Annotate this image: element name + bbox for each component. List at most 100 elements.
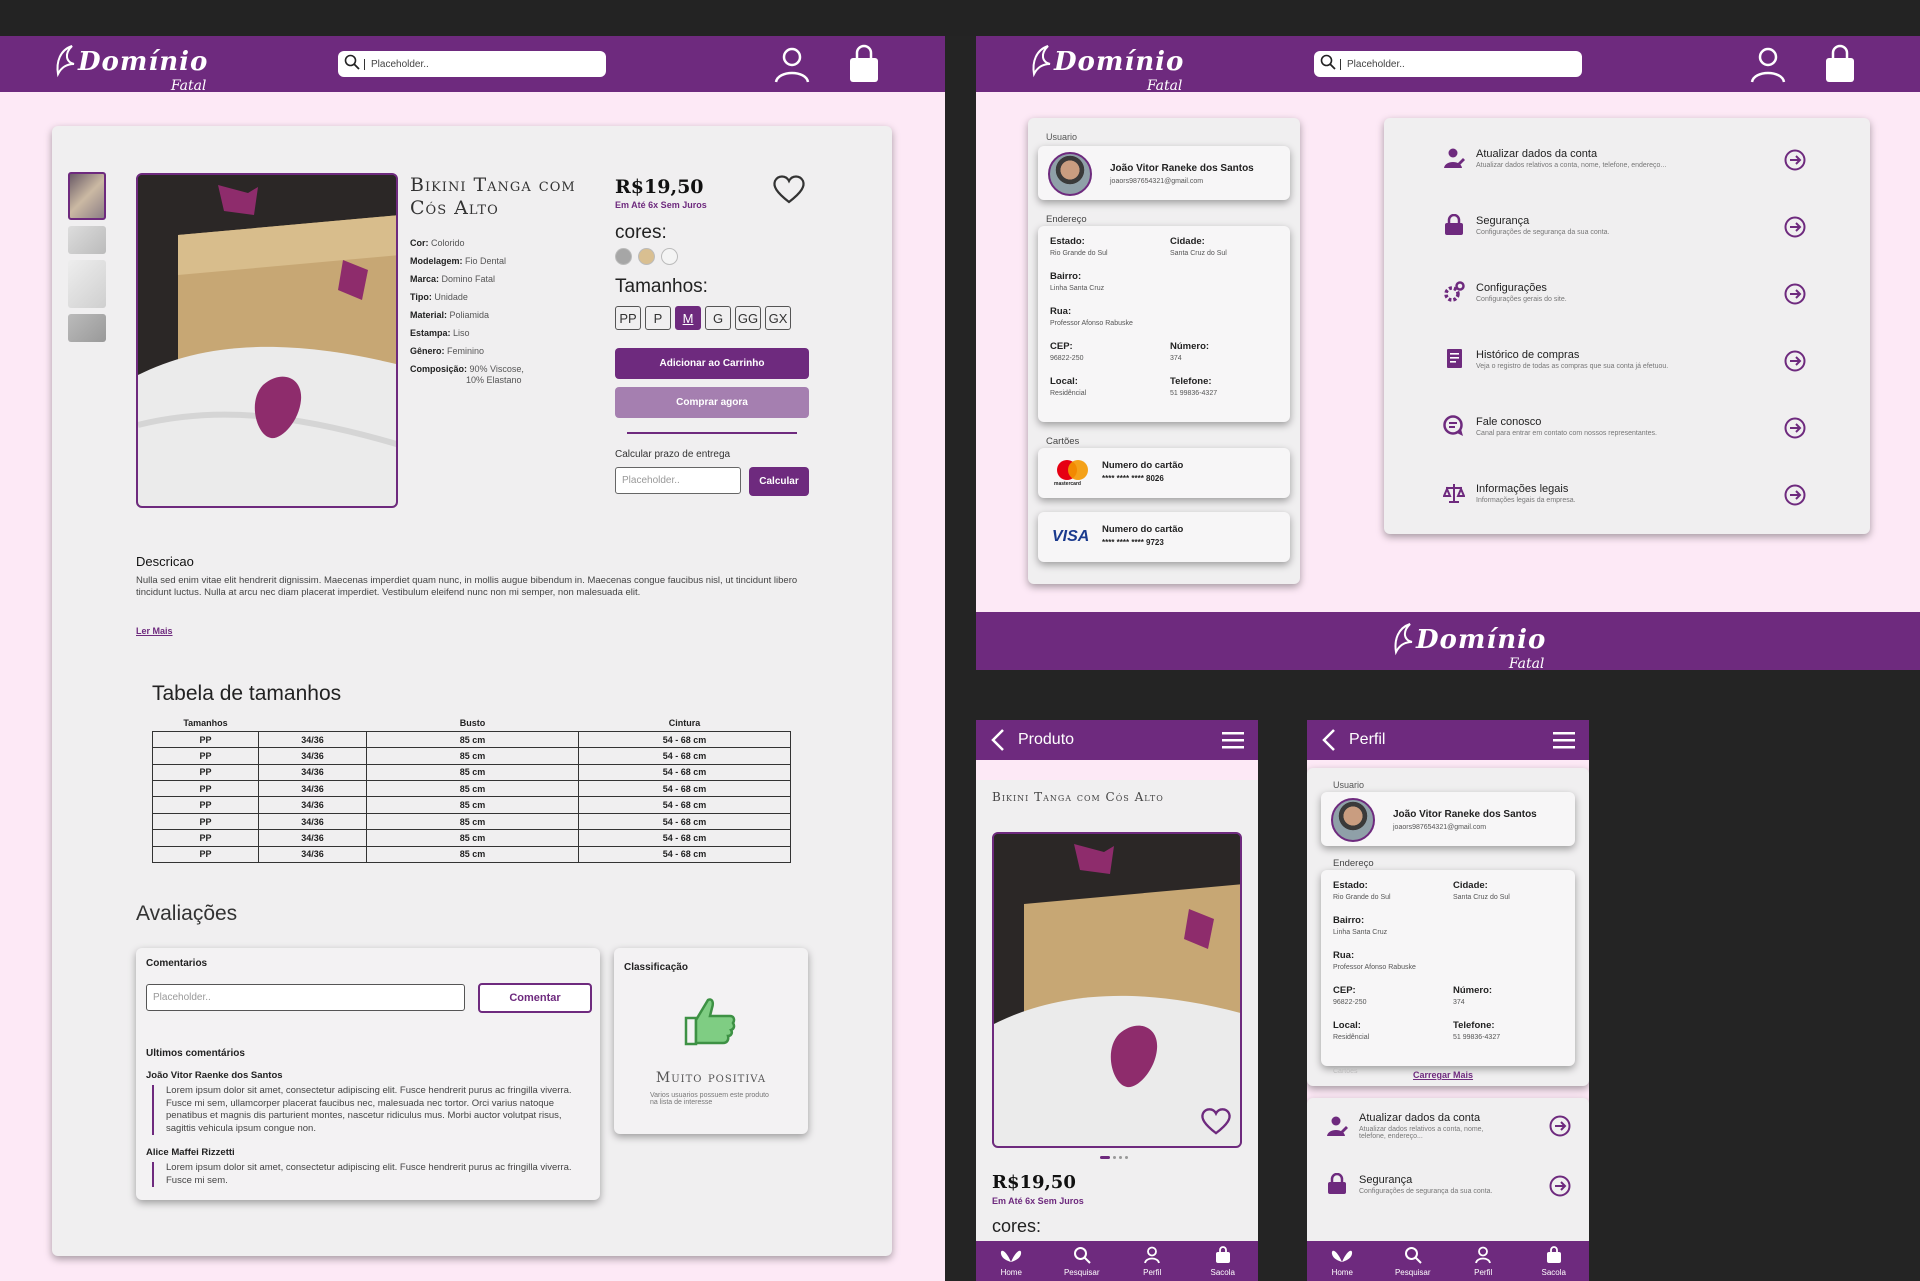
spec-key: Cor: bbox=[410, 238, 431, 248]
spec-value: Fio Dental bbox=[465, 256, 507, 266]
search-bar[interactable]: Placeholder.. bbox=[338, 51, 606, 77]
divider bbox=[627, 432, 797, 434]
brand-logo[interactable]: Domínio Fatal bbox=[52, 42, 208, 94]
spec-row: Cor: Colorido bbox=[410, 238, 590, 248]
payment-card[interactable]: VISA Numero do cartão **** **** **** 9723 bbox=[1038, 512, 1290, 562]
back-arrow-icon[interactable] bbox=[1321, 728, 1337, 757]
menu-item[interactable]: Segurança Configurações de segurança da s… bbox=[1325, 1172, 1509, 1196]
avatar bbox=[1048, 152, 1092, 196]
review-text: Lorem ipsum dolor sit amet, consectetur … bbox=[152, 1085, 586, 1135]
read-more-link[interactable]: Ler Mais bbox=[136, 626, 173, 636]
thumbnail[interactable] bbox=[68, 226, 106, 254]
search-bar[interactable]: Placeholder.. bbox=[1314, 51, 1582, 77]
menu-item-title: Segurança bbox=[1476, 214, 1530, 227]
address-value: Linha Santa Cruz bbox=[1050, 285, 1105, 292]
nav-item-sacola[interactable]: Sacola bbox=[1529, 1245, 1579, 1277]
address-key: Local: bbox=[1333, 1020, 1361, 1031]
address-card: Estado: Rio Grande do Sul Cidade: Santa Cru… bbox=[1038, 226, 1290, 422]
payment-card[interactable]: mastercard Numero do cartão **** **** ****… bbox=[1038, 448, 1290, 498]
table-row: PP 34/36 85 cm 54 - 68 cm bbox=[152, 730, 791, 749]
add-to-cart-button[interactable]: Adicionar ao Carrinho bbox=[615, 348, 809, 379]
address-field bbox=[1453, 915, 1563, 936]
lock-icon bbox=[1442, 213, 1466, 237]
calculate-button[interactable]: Calcular bbox=[749, 467, 809, 496]
user-name: João Vitor Raneke dos Santos bbox=[1393, 809, 1537, 820]
size-option[interactable]: GX bbox=[765, 306, 791, 330]
user-label: Usuario bbox=[1046, 132, 1078, 142]
arrow-right-circle-icon[interactable] bbox=[1784, 417, 1806, 444]
address-value: Residêncial bbox=[1050, 390, 1087, 397]
menu-item[interactable]: Atualizar dados da conta Atualizar dados … bbox=[1325, 1112, 1509, 1140]
size-option[interactable]: GG bbox=[735, 306, 761, 330]
size-option[interactable]: M bbox=[675, 306, 701, 330]
size-option[interactable]: P bbox=[645, 306, 671, 330]
arrow-right-circle-icon[interactable] bbox=[1784, 149, 1806, 176]
menu-item[interactable]: Configurações Configurações gerais do sit… bbox=[1442, 280, 1756, 304]
user-icon[interactable] bbox=[1748, 44, 1788, 84]
nav-item-sacola[interactable]: Sacola bbox=[1198, 1245, 1248, 1277]
card-title: Numero do cartão bbox=[1102, 524, 1184, 535]
search-icon bbox=[1057, 1246, 1107, 1268]
search-input[interactable]: Placeholder.. bbox=[1340, 58, 1405, 70]
spec-row: Modelagem: Fio Dental bbox=[410, 256, 590, 266]
shopping-bag-icon[interactable] bbox=[1822, 44, 1862, 84]
address-key: CEP: bbox=[1333, 985, 1356, 996]
address-key: Número: bbox=[1453, 985, 1493, 996]
menu-item[interactable]: Fale conosco Canal para entrar em contato… bbox=[1442, 414, 1756, 438]
menu-item-desc: Atualizar dados relativos a conta, nome,… bbox=[1359, 1126, 1484, 1140]
size-option[interactable]: PP bbox=[615, 306, 641, 330]
arrow-right-circle-icon[interactable] bbox=[1549, 1175, 1571, 1202]
nav-item-perfil[interactable]: Perfil bbox=[1458, 1246, 1508, 1277]
nav-item-pesquisar[interactable]: Pesquisar bbox=[1057, 1246, 1107, 1277]
table-cell: 34/36 bbox=[258, 845, 367, 864]
user-email: joaors987654321@gmail.com bbox=[1110, 178, 1204, 185]
menu-item[interactable]: Atualizar dados da conta Atualizar dados … bbox=[1442, 146, 1756, 170]
back-arrow-icon[interactable] bbox=[990, 728, 1006, 757]
thumbnail[interactable] bbox=[68, 172, 106, 220]
color-swatch[interactable] bbox=[638, 248, 655, 265]
arrow-right-circle-icon[interactable] bbox=[1549, 1115, 1571, 1142]
menu-item-text: Configurações Configurações gerais do sit… bbox=[1476, 282, 1756, 303]
footer-logo[interactable]: Domínio Fatal bbox=[1390, 620, 1546, 670]
shipping-input[interactable]: Placeholder.. bbox=[615, 467, 741, 494]
user-icon[interactable] bbox=[772, 44, 812, 84]
load-more-link[interactable]: Carregar Mais bbox=[1413, 1070, 1473, 1080]
color-swatch[interactable] bbox=[661, 248, 678, 265]
rating-note: Varios usuarios possuem este produto na … bbox=[650, 1092, 769, 1106]
table-row: PP 34/36 85 cm 54 - 68 cm bbox=[152, 763, 791, 782]
comment-input[interactable]: Placeholder.. bbox=[146, 984, 465, 1011]
buy-now-button[interactable]: Comprar agora bbox=[615, 387, 809, 418]
hamburger-menu-icon[interactable] bbox=[1553, 730, 1575, 755]
comment-button[interactable]: Comentar bbox=[478, 983, 592, 1013]
nav-item-home[interactable]: Home bbox=[986, 1246, 1036, 1277]
arrow-right-circle-icon[interactable] bbox=[1784, 350, 1806, 377]
arrow-right-circle-icon[interactable] bbox=[1784, 283, 1806, 310]
brand-logo[interactable]: Domínio Fatal bbox=[1028, 42, 1184, 94]
heart-icon[interactable] bbox=[772, 174, 806, 209]
menu-item[interactable]: Segurança Configurações de segurança da s… bbox=[1442, 213, 1756, 237]
nav-item-home[interactable]: Home bbox=[1317, 1246, 1367, 1277]
address-field bbox=[1170, 271, 1280, 292]
thumbnail[interactable] bbox=[68, 314, 106, 342]
shopping-bag-icon[interactable] bbox=[846, 44, 886, 84]
avatar bbox=[1331, 798, 1375, 842]
size-option[interactable]: G bbox=[705, 306, 731, 330]
arrow-right-circle-icon[interactable] bbox=[1784, 216, 1806, 243]
hamburger-menu-icon[interactable] bbox=[1222, 730, 1244, 755]
nav-item-pesquisar[interactable]: Pesquisar bbox=[1388, 1246, 1438, 1277]
table-row: PP 34/36 85 cm 54 - 68 cm bbox=[152, 796, 791, 814]
thumbnail[interactable] bbox=[68, 260, 106, 308]
nav-item-perfil[interactable]: Perfil bbox=[1127, 1246, 1177, 1277]
search-input[interactable]: Placeholder.. bbox=[364, 58, 429, 70]
color-swatch[interactable] bbox=[615, 248, 632, 265]
mobile-colors-label: cores: bbox=[992, 1216, 1042, 1236]
address-key: Bairro: bbox=[1333, 915, 1365, 926]
menu-item-text: Atualizar dados da conta Atualizar dados … bbox=[1476, 148, 1756, 169]
menu-item[interactable]: Histórico de compras Veja o registro de t… bbox=[1442, 347, 1756, 371]
spec-value: Liso bbox=[453, 328, 470, 338]
menu-item-desc: Atualizar dados relativos a conta, nome,… bbox=[1476, 161, 1667, 169]
mobile-header: Produto bbox=[976, 720, 1258, 760]
heart-icon[interactable] bbox=[1200, 1107, 1232, 1140]
arrow-right-circle-icon[interactable] bbox=[1784, 484, 1806, 511]
menu-item[interactable]: Informações legais Informações legais da … bbox=[1442, 481, 1756, 505]
